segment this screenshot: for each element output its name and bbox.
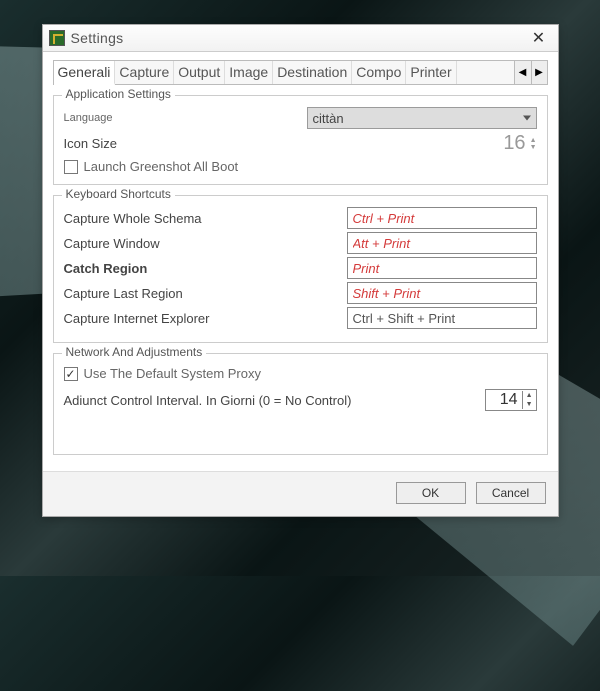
- shortcut-row: Capture Internet Explorer: [64, 307, 537, 329]
- language-select[interactable]: cittàn: [307, 107, 537, 129]
- checkbox-box: [64, 160, 78, 174]
- dialog-buttons: OK Cancel: [43, 471, 558, 516]
- interval-spinner[interactable]: ▲ ▼: [485, 389, 537, 411]
- icon-size-spinner[interactable]: ▲ ▼: [530, 137, 537, 151]
- cancel-button[interactable]: Cancel: [476, 482, 546, 504]
- language-value: cittàn: [313, 111, 344, 126]
- tab-compo[interactable]: Compo: [352, 61, 406, 84]
- label-language: Language: [64, 112, 249, 124]
- input-catch-region[interactable]: [347, 257, 537, 279]
- tab-printer[interactable]: Printer: [406, 61, 456, 84]
- tab-scroll-right[interactable]: ▶: [531, 61, 547, 84]
- titlebar: Settings ✕: [43, 25, 558, 52]
- tab-strip: Generali Capture Output Image Destinatio…: [53, 60, 548, 85]
- shortcut-row: Capture Last Region: [64, 282, 537, 304]
- checkbox-launch-boot[interactable]: Launch Greenshot All Boot: [64, 159, 537, 174]
- chevron-down-icon[interactable]: ▼: [530, 144, 537, 151]
- input-capture-whole[interactable]: [347, 207, 537, 229]
- tab-capture[interactable]: Capture: [115, 61, 174, 84]
- settings-dialog: Settings ✕ Generali Capture Output Image…: [42, 24, 559, 517]
- chevron-up-icon[interactable]: ▲: [523, 391, 536, 400]
- checkbox-box-checked: ✓: [64, 367, 78, 381]
- input-capture-window[interactable]: [347, 232, 537, 254]
- interval-input[interactable]: [486, 391, 522, 409]
- dialog-body: Generali Capture Output Image Destinatio…: [43, 52, 558, 465]
- tab-destination[interactable]: Destination: [273, 61, 352, 84]
- tab-generali[interactable]: Generali: [54, 61, 116, 85]
- legend-app-settings: Application Settings: [62, 87, 175, 101]
- checkbox-label-proxy: Use The Default System Proxy: [84, 366, 262, 381]
- legend-network: Network And Adjustments: [62, 345, 207, 359]
- legend-shortcuts: Keyboard Shortcuts: [62, 187, 175, 201]
- app-icon: [49, 30, 65, 46]
- tab-output[interactable]: Output: [174, 61, 225, 84]
- close-button[interactable]: ✕: [526, 28, 552, 48]
- close-icon: ✕: [532, 28, 545, 48]
- checkbox-proxy[interactable]: ✓ Use The Default System Proxy: [64, 366, 537, 381]
- label-capture-window: Capture Window: [64, 236, 249, 251]
- group-shortcuts: Keyboard Shortcuts Capture Whole Schema …: [53, 195, 548, 343]
- input-capture-ie[interactable]: [347, 307, 537, 329]
- label-capture-ie: Capture Internet Explorer: [64, 311, 249, 326]
- label-capture-last: Capture Last Region: [64, 286, 249, 301]
- tab-scroll-left[interactable]: ◀: [515, 61, 531, 84]
- tab-image[interactable]: Image: [225, 61, 273, 84]
- checkbox-label-launch: Launch Greenshot All Boot: [84, 159, 239, 174]
- label-capture-whole: Capture Whole Schema: [64, 211, 249, 226]
- tab-scroll-buttons: ◀ ▶: [514, 61, 547, 84]
- chevron-up-icon[interactable]: ▲: [530, 137, 537, 144]
- shortcut-row: Catch Region: [64, 257, 537, 279]
- window-title: Settings: [71, 30, 526, 46]
- input-capture-last[interactable]: [347, 282, 537, 304]
- icon-size-value: 16: [503, 132, 525, 155]
- label-icon-size: Icon Size: [64, 136, 249, 151]
- shortcut-row: Capture Window: [64, 232, 537, 254]
- shortcut-row: Capture Whole Schema: [64, 207, 537, 229]
- label-interval: Adiunct Control Interval. In Giorni (0 =…: [64, 393, 394, 408]
- ok-button[interactable]: OK: [396, 482, 466, 504]
- group-app-settings: Application Settings Language cittàn Ico…: [53, 95, 548, 185]
- group-network: Network And Adjustments ✓ Use The Defaul…: [53, 353, 548, 455]
- chevron-down-icon[interactable]: ▼: [523, 400, 536, 409]
- label-catch-region: Catch Region: [64, 261, 249, 276]
